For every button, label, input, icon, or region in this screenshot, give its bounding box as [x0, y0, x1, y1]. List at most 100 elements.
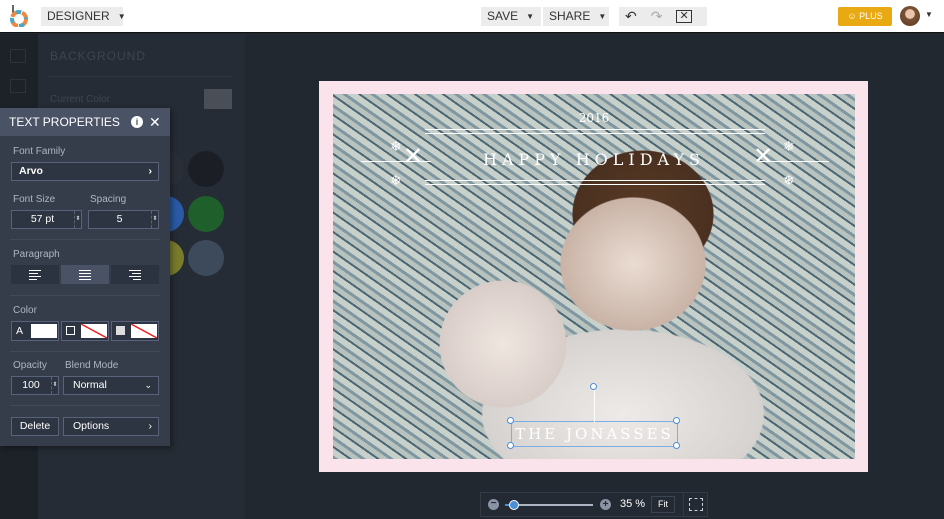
zoom-value: 35 % — [620, 498, 646, 510]
panel-title: TEXT PROPERTIES — [9, 115, 120, 129]
options-label: Options — [73, 420, 110, 432]
app-logo[interactable] — [10, 5, 30, 27]
spacing-value: 5 — [116, 213, 123, 225]
zoom-slider[interactable] — [505, 500, 593, 510]
year-text[interactable]: 2016 — [333, 111, 855, 125]
ornament-line — [425, 129, 765, 130]
text-color-picker[interactable]: A — [11, 321, 59, 341]
info-icon[interactable]: i — [131, 116, 143, 128]
designer-label: DESIGNER — [47, 9, 110, 23]
divider — [683, 493, 684, 516]
caret-down-icon[interactable]: ▼ — [925, 10, 933, 19]
align-center-icon — [79, 269, 91, 280]
design-card[interactable]: 2016 ✕ ✕ ❄ ❄ ❄ ❄ HAPPY HOLIDAYS THE JONA… — [319, 81, 868, 472]
history-group: ↶ ↷ ✕ — [619, 7, 707, 26]
resize-handle[interactable] — [507, 417, 514, 424]
undo-icon[interactable]: ↶ — [625, 7, 637, 26]
font-family-select[interactable]: Arvo › — [11, 162, 159, 181]
ornament-line — [425, 184, 765, 185]
chevron-down-icon: ⌄ — [144, 380, 152, 390]
zoom-in-icon[interactable]: + — [600, 499, 611, 510]
designer-dropdown[interactable]: DESIGNER ▼ — [41, 7, 126, 26]
photo[interactable]: 2016 ✕ ✕ ❄ ❄ ❄ ❄ HAPPY HOLIDAYS THE JONA… — [333, 94, 855, 459]
rotate-line — [594, 388, 595, 422]
text-color-swatch — [31, 324, 57, 338]
opacity-value: 100 — [22, 379, 40, 391]
blend-mode-value: Normal — [73, 379, 107, 391]
selection-box[interactable]: THE JONASSES — [511, 421, 678, 447]
blend-mode-select[interactable]: Normal ⌄ — [63, 376, 159, 395]
stroke-color-picker[interactable] — [61, 321, 109, 341]
close-icon[interactable]: ✕ — [149, 108, 161, 136]
current-color-swatch[interactable] — [204, 89, 232, 109]
text-color-icon: A — [16, 325, 24, 337]
delete-button[interactable]: Delete — [11, 417, 59, 436]
paragraph-label: Paragraph — [13, 249, 60, 260]
zoom-out-icon[interactable]: − — [488, 499, 499, 510]
divider — [48, 76, 233, 77]
chevron-right-icon: › — [148, 420, 153, 432]
font-size-stepper[interactable]: 57 pt ⬍ — [11, 210, 82, 229]
current-color-label: Current Color — [50, 94, 111, 105]
stepper-arrows-icon[interactable]: ⬍ — [51, 377, 58, 394]
spacing-label: Spacing — [90, 194, 127, 205]
snowflake-icon: ❄ — [390, 172, 402, 188]
image-icon[interactable] — [10, 49, 26, 63]
share-button[interactable]: SHARE ▼ — [543, 7, 609, 26]
fill-color-swatch — [131, 324, 157, 338]
color-swatch[interactable] — [188, 240, 224, 276]
rotate-handle[interactable] — [590, 383, 597, 390]
resize-handle[interactable] — [673, 442, 680, 449]
font-size-label: Font Size — [13, 194, 56, 205]
align-left-icon — [29, 269, 41, 280]
fullscreen-icon[interactable] — [689, 498, 703, 511]
resize-handle[interactable] — [507, 442, 514, 449]
stroke-color-swatch — [81, 324, 107, 338]
spacing-stepper[interactable]: 5 ⬍ — [88, 210, 159, 229]
background-title: BACKGROUND — [50, 49, 147, 63]
stepper-arrows-icon[interactable]: ⬍ — [74, 211, 81, 228]
divider — [10, 295, 160, 296]
fill-color-picker[interactable] — [111, 321, 159, 341]
align-center-button[interactable] — [61, 265, 109, 284]
close-square-icon[interactable]: ✕ — [676, 10, 692, 23]
snowflake-icon: ❄ — [783, 172, 795, 188]
color-swatch[interactable] — [188, 196, 224, 232]
fit-button[interactable]: Fit — [651, 496, 675, 513]
font-family-label: Font Family — [13, 146, 66, 157]
font-size-value: 57 pt — [30, 213, 55, 225]
award-icon: ☺ — [847, 11, 860, 21]
name-text[interactable]: THE JONASSES — [512, 425, 677, 443]
save-button[interactable]: SAVE ▼ — [481, 7, 541, 26]
zoom-bar: − + 35 % Fit — [480, 492, 708, 517]
stroke-icon — [66, 326, 75, 335]
avatar[interactable] — [900, 6, 920, 26]
caret-down-icon: ▼ — [117, 12, 126, 21]
ornament-line — [425, 133, 765, 134]
blend-mode-label: Blend Mode — [65, 360, 119, 371]
text-properties-panel: TEXT PROPERTIES i ✕ Font Family Arvo › Fo… — [0, 108, 170, 446]
divider — [10, 405, 160, 406]
font-family-value: Arvo — [19, 165, 43, 177]
headline-text[interactable]: HAPPY HOLIDAYS — [333, 150, 855, 169]
divider — [10, 351, 160, 352]
options-button[interactable]: Options › — [63, 417, 159, 436]
align-left-button[interactable] — [11, 265, 59, 284]
opacity-label: Opacity — [13, 360, 47, 371]
ornament-line — [425, 180, 765, 181]
zoom-slider-handle[interactable] — [508, 500, 519, 510]
share-label: SHARE — [549, 9, 591, 23]
delete-label: Delete — [19, 420, 51, 432]
plus-button[interactable]: ☺ PLUS — [838, 7, 892, 26]
align-right-button[interactable] — [111, 265, 159, 284]
divider — [10, 239, 160, 240]
opacity-stepper[interactable]: 100 ⬍ — [11, 376, 59, 395]
color-label: Color — [13, 305, 37, 316]
redo-icon[interactable]: ↷ — [651, 7, 663, 26]
panel-header: TEXT PROPERTIES i ✕ — [0, 108, 170, 136]
color-swatch[interactable] — [188, 151, 224, 187]
folder-icon[interactable] — [10, 79, 26, 93]
save-label: SAVE — [487, 9, 519, 23]
resize-handle[interactable] — [673, 417, 680, 424]
stepper-arrows-icon[interactable]: ⬍ — [151, 211, 158, 228]
